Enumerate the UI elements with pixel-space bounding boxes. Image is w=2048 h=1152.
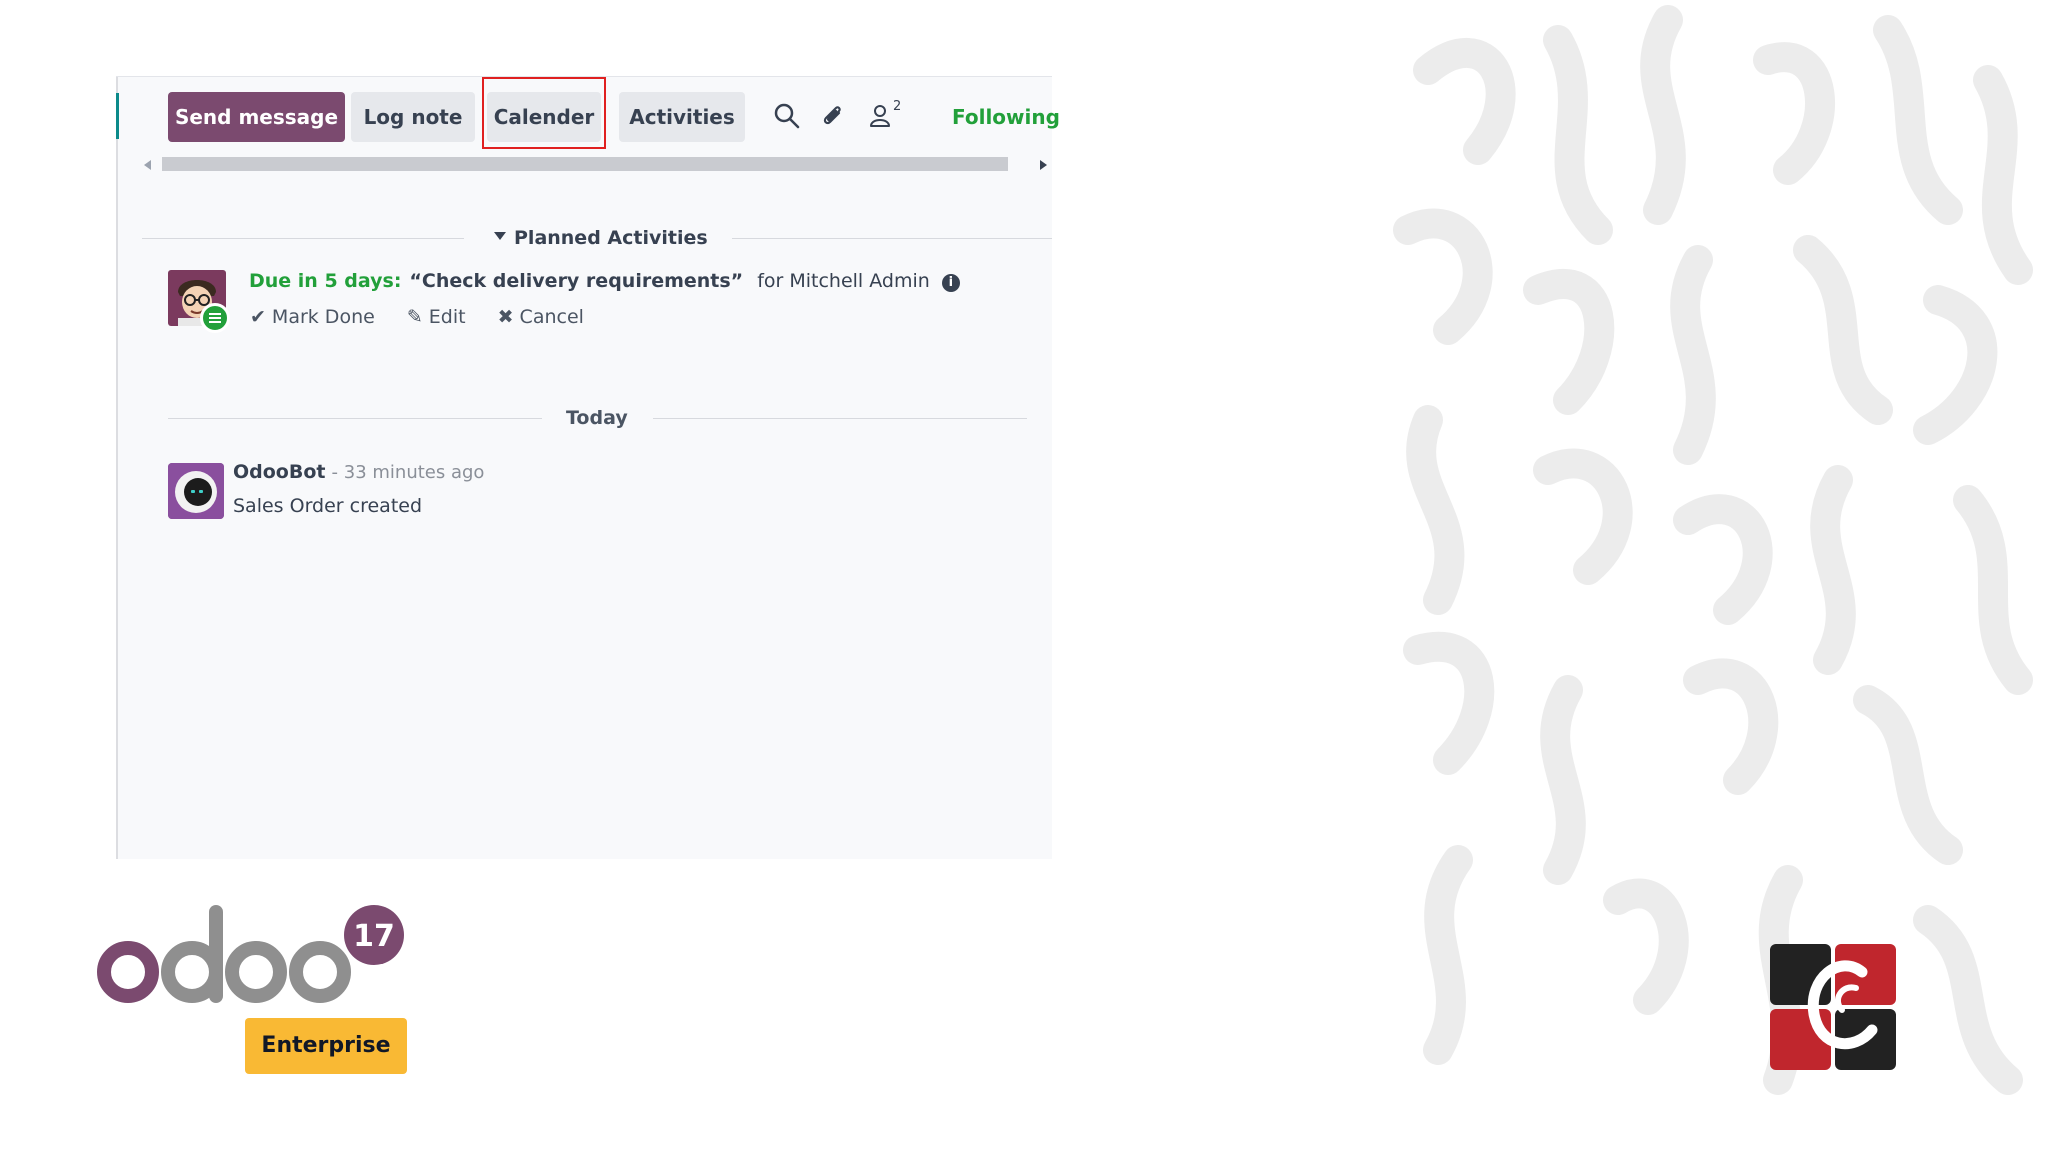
calendar-highlight-box bbox=[482, 77, 606, 149]
activities-button[interactable]: Activities bbox=[619, 92, 745, 142]
pencil-icon: ✎ bbox=[406, 306, 423, 328]
version-label: 17 bbox=[353, 919, 395, 954]
following-button[interactable]: Following bbox=[952, 105, 1060, 129]
close-icon: ✖ bbox=[497, 306, 514, 328]
scroll-right-arrow-icon[interactable] bbox=[1040, 160, 1047, 170]
panel-left-border bbox=[116, 77, 118, 859]
cancel-label: Cancel bbox=[519, 306, 584, 328]
enterprise-badge: Enterprise bbox=[245, 1018, 407, 1074]
cancel-button[interactable]: ✖ Cancel bbox=[498, 306, 584, 328]
mark-done-label: Mark Done bbox=[271, 306, 375, 328]
log-note-button[interactable]: Log note bbox=[351, 92, 475, 142]
activity-actions: ✔ Mark Done ✎ Edit ✖ Cancel bbox=[250, 306, 610, 328]
scroll-thumb[interactable] bbox=[162, 157, 1008, 171]
edit-button[interactable]: ✎ Edit bbox=[407, 306, 466, 328]
company-logo bbox=[1770, 944, 1896, 1070]
due-label: Due in 5 days: bbox=[249, 270, 402, 292]
activity-summary-line: Due in 5 days: “Check delivery requiremen… bbox=[249, 270, 960, 292]
message-body: Sales Order created bbox=[233, 495, 423, 517]
planned-separator-right bbox=[732, 238, 1052, 239]
info-icon[interactable]: i bbox=[941, 274, 960, 292]
message-header: OdooBot - 33 minutes ago bbox=[233, 461, 484, 483]
planned-separator-left bbox=[142, 238, 464, 239]
panel-left-accent bbox=[116, 93, 119, 139]
send-message-button[interactable]: Send message bbox=[168, 92, 345, 142]
today-separator-right bbox=[653, 418, 1027, 419]
message-author[interactable]: OdooBot bbox=[233, 461, 325, 483]
check-icon: ✔ bbox=[250, 306, 266, 328]
mark-done-button[interactable]: ✔ Mark Done bbox=[250, 306, 375, 328]
activity-assignee: for Mitchell Admin bbox=[757, 270, 930, 292]
planned-activities-toggle[interactable]: Planned Activities bbox=[494, 227, 708, 249]
activity-summary: “Check delivery requirements” bbox=[409, 270, 744, 292]
date-separator: Today bbox=[566, 407, 628, 429]
followers-count: 2 bbox=[893, 99, 902, 114]
scroll-left-arrow-icon[interactable] bbox=[144, 160, 151, 170]
decorative-pattern bbox=[1393, 5, 2033, 1095]
search-icon[interactable] bbox=[772, 101, 802, 131]
followers-icon[interactable] bbox=[866, 101, 896, 131]
chatter-panel: Send message Log note Calender Activitie… bbox=[116, 76, 1060, 859]
edit-label: Edit bbox=[428, 306, 466, 328]
activity-type-icon bbox=[200, 303, 230, 333]
message-timestamp: - 33 minutes ago bbox=[331, 462, 485, 483]
caret-down-icon bbox=[494, 231, 506, 240]
planned-activities-label: Planned Activities bbox=[514, 227, 708, 249]
horizontal-scrollbar[interactable] bbox=[144, 155, 1052, 175]
today-separator-left bbox=[168, 418, 542, 419]
odoobot-avatar[interactable] bbox=[168, 463, 224, 519]
paperclip-icon[interactable] bbox=[818, 101, 848, 131]
